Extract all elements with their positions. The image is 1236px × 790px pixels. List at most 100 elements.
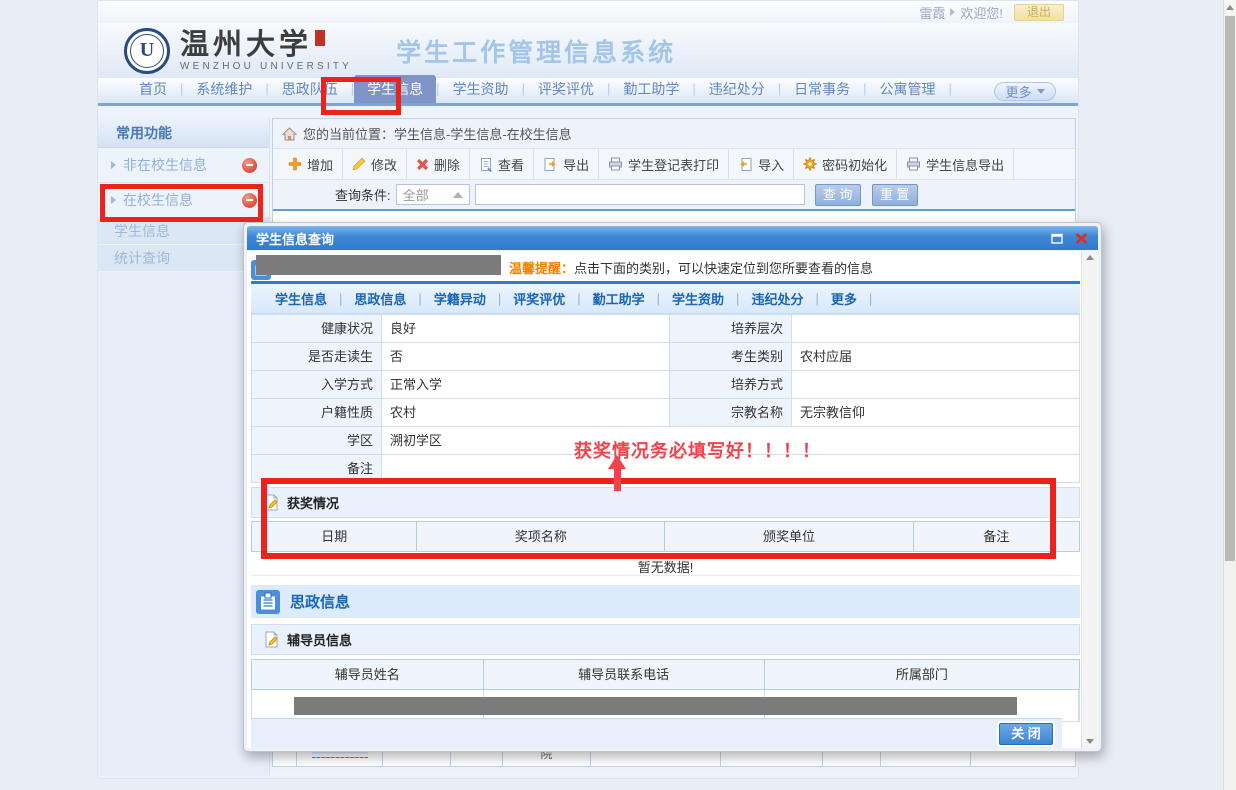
- nav-item-discipline[interactable]: 违纪处分: [696, 75, 778, 103]
- notice-label: 温馨提醒：: [509, 261, 574, 276]
- doc-pencil-icon: [263, 494, 279, 511]
- query-bar: 查询条件: 全部 查 询 重 置: [273, 180, 1075, 211]
- nav-item-daily-affairs[interactable]: 日常事务: [781, 75, 863, 103]
- button-label: 导出: [563, 155, 589, 174]
- button-label: 学生信息导出: [926, 155, 1004, 174]
- field-label: 是否走读生: [252, 343, 382, 370]
- university-name: 温州大学 WENZHOU UNIVERSITY: [180, 30, 352, 72]
- minus-circle-icon[interactable]: [242, 158, 257, 173]
- minus-circle-icon[interactable]: [242, 193, 257, 208]
- table-row: 是否走读生 否 考生类别 农村应届: [252, 343, 1079, 371]
- scroll-up-icon[interactable]: [1224, 0, 1236, 15]
- nav-item-student-info[interactable]: 学生信息: [354, 75, 436, 103]
- column-header: 所属部门: [765, 660, 1079, 689]
- sidebar-header: 常用功能: [98, 118, 269, 148]
- export-icon: [543, 157, 558, 172]
- nav-more-label: 更多: [1005, 82, 1031, 101]
- pencil-icon: [352, 157, 366, 171]
- gear-icon: [803, 157, 817, 171]
- logout-button[interactable]: 退出: [1014, 4, 1064, 21]
- section-title: 获奖情况: [287, 493, 339, 512]
- field-value: [792, 371, 1079, 398]
- add-button[interactable]: 增加: [279, 149, 343, 179]
- password-init-button[interactable]: 密码初始化: [794, 149, 897, 179]
- button-label: 查看: [498, 155, 524, 174]
- tab-discipline[interactable]: 违纪处分: [739, 289, 815, 308]
- annotation-arrow-icon: [608, 455, 626, 491]
- redaction-block: [256, 255, 501, 275]
- field-label: 备注: [252, 455, 382, 482]
- close-button[interactable]: 关 闭: [999, 723, 1053, 745]
- breadcrumb-text: 您的当前位置：学生信息-学生信息-在校生信息: [303, 124, 572, 143]
- tab-status-change[interactable]: 学籍异动: [422, 289, 498, 308]
- award-table-header: 日期 奖项名称 颁奖单位 备注: [251, 521, 1080, 552]
- username: 雷霞: [919, 3, 945, 22]
- main-nav: 首页| 系统维护| 思政队伍| 学生信息| 学生资助| 评奖评优| 勤工助学| …: [98, 78, 1078, 106]
- university-name-zh: 温州大学: [180, 29, 312, 61]
- reset-button[interactable]: 重 置: [872, 184, 918, 206]
- page-scrollbar[interactable]: [1223, 0, 1236, 790]
- nav-item-political-team[interactable]: 思政队伍: [269, 75, 351, 103]
- scrollbar-thumb[interactable]: [1225, 16, 1235, 561]
- sidebar-item-enrolled[interactable]: 在校生信息: [98, 183, 269, 218]
- column-header: 日期: [252, 522, 417, 551]
- tab-awards[interactable]: 评奖评优: [501, 289, 577, 308]
- nav-item-work-study[interactable]: 勤工助学: [610, 75, 692, 103]
- table-row: 户籍性质 农村 宗教名称 无宗教信仰: [252, 399, 1079, 427]
- tab-student-aid[interactable]: 学生资助: [660, 289, 736, 308]
- dialog-scrollbar[interactable]: [1081, 251, 1098, 748]
- field-label: 宗教名称: [670, 399, 792, 426]
- nav-more-button[interactable]: 更多: [994, 82, 1056, 101]
- counselor-table-header: 辅导员姓名 辅导员联系电话 所属部门: [251, 659, 1080, 690]
- arrow-right-icon: [950, 8, 955, 16]
- tab-more[interactable]: 更多: [819, 289, 869, 308]
- system-title: 学生工作管理信息系统: [396, 33, 676, 69]
- button-label: 学生登记表打印: [628, 155, 719, 174]
- nav-item-home[interactable]: 首页: [126, 75, 180, 103]
- nav-item-apartment[interactable]: 公寓管理: [867, 75, 949, 103]
- close-icon[interactable]: [1074, 232, 1089, 245]
- student-info-export-button[interactable]: 学生信息导出: [897, 149, 1014, 179]
- column-header: 辅导员姓名: [252, 660, 484, 689]
- nav-item-student-aid[interactable]: 学生资助: [440, 75, 522, 103]
- delete-button[interactable]: 删除: [407, 149, 470, 179]
- nav-item-awards[interactable]: 评奖评优: [525, 75, 607, 103]
- university-logo-icon: U: [124, 28, 170, 74]
- tab-work-study[interactable]: 勤工助学: [581, 289, 657, 308]
- chevron-right-icon: [111, 196, 116, 204]
- export-button[interactable]: 导出: [534, 149, 599, 179]
- sidebar-item-label: 在校生信息: [123, 190, 193, 210]
- import-icon: [738, 157, 753, 172]
- scroll-up-icon[interactable]: [1086, 255, 1094, 260]
- no-data-text: 暂无数据!: [251, 552, 1080, 576]
- student-info-dialog: 学生信息查询 温馨提醒：点击下面的类别，可以快速定位到您所要查看的信息 学生信息…: [243, 222, 1102, 752]
- query-filter-select[interactable]: 全部: [396, 184, 470, 205]
- sidebar-item-non-enrolled[interactable]: 非在校生信息: [98, 148, 269, 183]
- student-summary-row: 温馨提醒：点击下面的类别，可以快速定位到您所要查看的信息: [251, 251, 1080, 281]
- print-registration-button[interactable]: 学生登记表打印: [599, 149, 729, 179]
- sidebar-item-label: 非在校生信息: [123, 155, 207, 175]
- field-label: 培养层次: [670, 315, 792, 342]
- scroll-down-icon[interactable]: [1086, 739, 1094, 744]
- redaction-block: [294, 697, 1017, 715]
- field-label: 户籍性质: [252, 399, 382, 426]
- welcome-text: 欢迎您!: [960, 3, 1003, 22]
- nav-separator: |: [949, 75, 952, 103]
- query-input[interactable]: [475, 184, 805, 205]
- search-button[interactable]: 查 询: [815, 184, 861, 206]
- award-section-header: 获奖情况: [251, 487, 1080, 518]
- column-header: 备注: [914, 522, 1079, 551]
- button-label: 增加: [307, 155, 333, 174]
- table-row: 入学方式 正常入学 培养方式: [252, 371, 1079, 399]
- chevron-right-icon: [111, 161, 116, 169]
- import-button[interactable]: 导入: [729, 149, 794, 179]
- tab-student-info[interactable]: 学生信息: [263, 289, 339, 308]
- dialog-titlebar[interactable]: 学生信息查询: [247, 226, 1098, 250]
- nav-item-system[interactable]: 系统维护: [183, 75, 265, 103]
- notice-text: 温馨提醒：点击下面的类别，可以快速定位到您所要查看的信息: [509, 258, 873, 277]
- view-button[interactable]: 查看: [470, 149, 534, 179]
- maximize-icon[interactable]: [1051, 233, 1064, 244]
- edit-button[interactable]: 修改: [343, 149, 407, 179]
- tab-political-info[interactable]: 思政信息: [342, 289, 418, 308]
- field-value: 农村应届: [792, 343, 1079, 370]
